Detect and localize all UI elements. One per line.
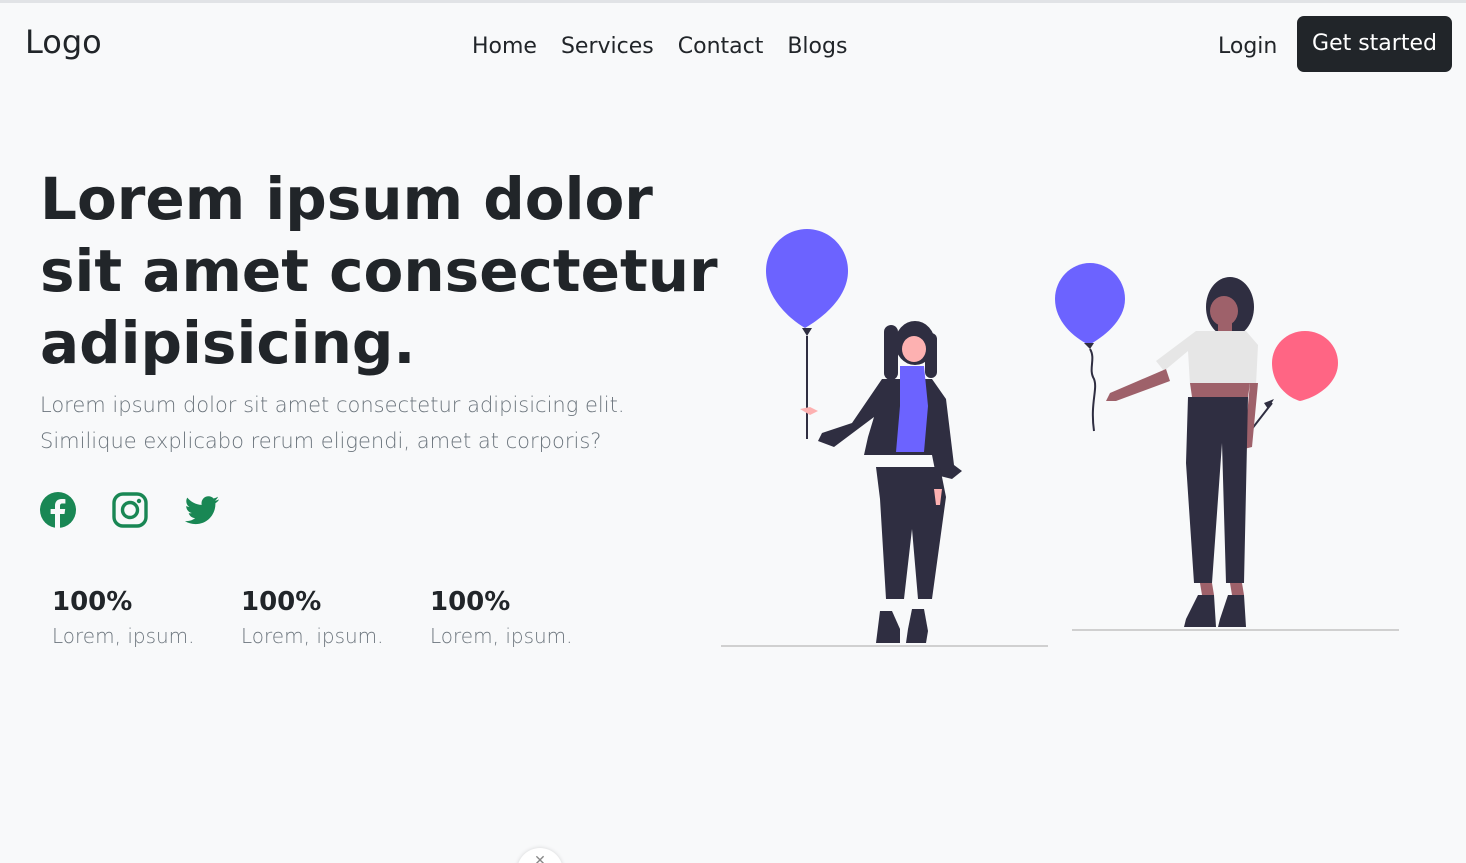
- logo[interactable]: Logo: [25, 23, 102, 61]
- hero-title: Lorem ipsum dolor sit amet consectetur a…: [40, 165, 718, 377]
- stat-value: 100%: [52, 587, 133, 617]
- stat-item: 100% Lorem, ipsum.: [430, 585, 619, 653]
- login-link[interactable]: Login: [1218, 34, 1277, 60]
- stats-row: 100% Lorem, ipsum. 100% Lorem, ipsum. 10…: [52, 585, 619, 653]
- nav-home[interactable]: Home: [472, 34, 537, 60]
- social-links: [40, 492, 220, 528]
- stat-value: 100%: [241, 587, 322, 617]
- stat-label: Lorem, ipsum.: [241, 624, 384, 648]
- nav-contact[interactable]: Contact: [678, 34, 764, 60]
- stat-value: 100%: [430, 587, 511, 617]
- nav-services[interactable]: Services: [561, 34, 654, 60]
- stat-label: Lorem, ipsum.: [52, 624, 195, 648]
- nav-blogs[interactable]: Blogs: [787, 34, 847, 60]
- stat-item: 100% Lorem, ipsum.: [52, 585, 241, 653]
- hero-subtitle: Lorem ipsum dolor sit amet consectetur a…: [40, 393, 625, 453]
- floating-widget-button[interactable]: ✕: [517, 848, 563, 863]
- balloons-illustration: [721, 229, 1399, 647]
- twitter-icon[interactable]: [184, 492, 220, 528]
- instagram-icon[interactable]: [112, 492, 148, 528]
- main-nav: Home Services Contact Blogs: [472, 34, 871, 60]
- get-started-button[interactable]: Get started: [1297, 16, 1452, 72]
- stat-label: Lorem, ipsum.: [430, 624, 573, 648]
- stat-item: 100% Lorem, ipsum.: [241, 585, 430, 653]
- facebook-icon[interactable]: [40, 492, 76, 528]
